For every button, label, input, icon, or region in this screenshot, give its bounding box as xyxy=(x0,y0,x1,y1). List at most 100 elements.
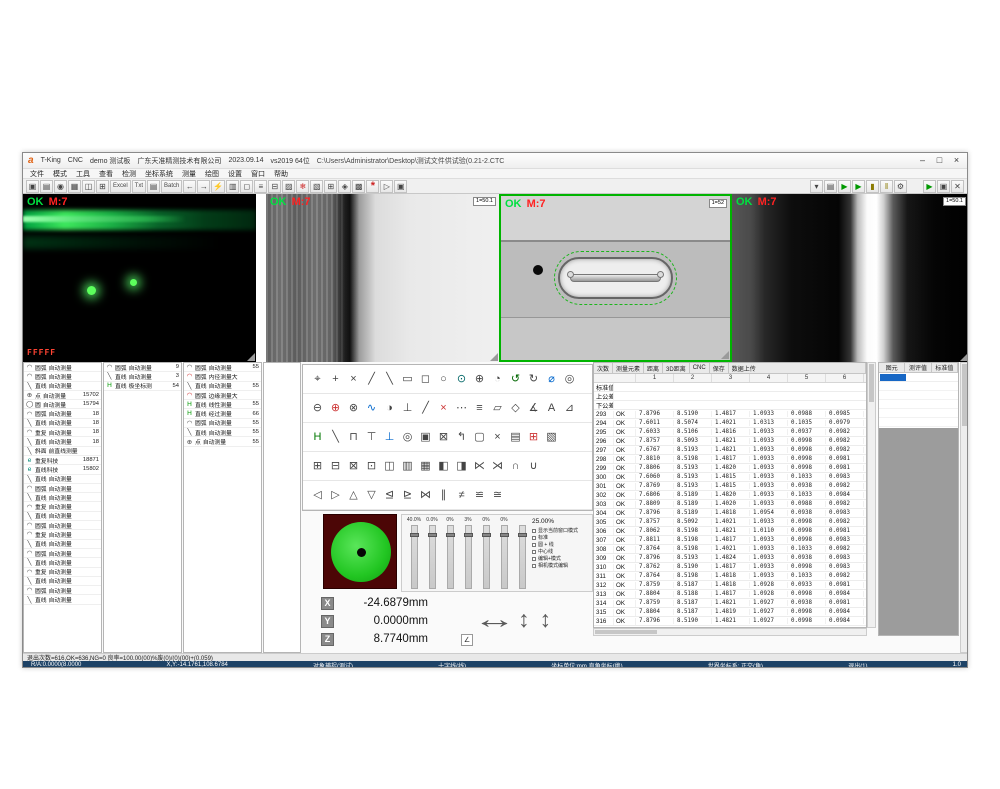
list-item[interactable]: ╲ 直线 自动测量 18 xyxy=(24,419,101,428)
light-slider[interactable]: 0% xyxy=(496,517,512,589)
list-item[interactable]: ╲ 直线 自动测量 xyxy=(24,540,101,549)
slider-thumb[interactable] xyxy=(518,533,527,537)
table-row[interactable]: 304 OK 7.8796 8.5189 1.4818 1.0954 0.093… xyxy=(594,509,866,518)
menu-item[interactable]: 设置 xyxy=(228,169,242,179)
list-item[interactable]: ◠ 重复 自动测量 xyxy=(24,502,101,511)
list-item[interactable]: ╲ 直线 自动测量 55 xyxy=(184,382,261,391)
menu-item[interactable]: 窗口 xyxy=(251,169,265,179)
toolbar-button[interactable]: * xyxy=(366,180,379,193)
table-tab[interactable]: 测量元素 xyxy=(613,363,644,373)
list-item[interactable]: ╲ 直线 自动测量 xyxy=(24,512,101,521)
table-row[interactable]: 299 OK 7.8806 8.5193 1.4820 1.0933 0.099… xyxy=(594,464,866,473)
resize-grip-icon[interactable] xyxy=(960,353,968,361)
geometry-tool-icon[interactable]: ⊥ xyxy=(383,431,396,444)
toolbar-button[interactable]: ❄ xyxy=(296,180,309,193)
list-item[interactable]: ◠ 圆弧 边缘测量大 xyxy=(184,391,261,400)
list-item[interactable]: ◠ 圆弧 自动测量 xyxy=(24,363,101,372)
geometry-tool-icon[interactable]: ◎ xyxy=(563,373,576,386)
jog-vertical-icon[interactable]: ↕ xyxy=(540,606,552,633)
geometry-tool-icon[interactable]: ⋯ xyxy=(455,402,468,415)
menu-item[interactable]: 绘图 xyxy=(205,169,219,179)
slider-track[interactable] xyxy=(447,525,454,589)
geometry-tool-icon[interactable]: ▢ xyxy=(473,431,486,444)
slider-thumb[interactable] xyxy=(428,533,437,537)
table-row[interactable]: 311 OK 7.8764 8.5198 1.4818 1.0933 0.103… xyxy=(594,572,866,581)
display-option[interactable]: 编辑+模式 xyxy=(532,555,590,562)
geometry-tool-icon[interactable]: ∪ xyxy=(527,460,540,473)
list-item[interactable]: ╲ 直线 自动测量 55 xyxy=(184,428,261,437)
geometry-tool-icon[interactable]: × xyxy=(437,402,450,415)
geometry-tool-icon[interactable]: ∡ xyxy=(527,402,540,415)
list-item[interactable]: H 直线 极坐标测 54 xyxy=(104,382,181,391)
geometry-tool-icon[interactable]: ▽ xyxy=(365,489,378,502)
geometry-tool-icon[interactable]: ▭ xyxy=(401,373,414,386)
table-vertical-scrollbar[interactable] xyxy=(867,362,876,628)
slider-track[interactable] xyxy=(501,525,508,589)
scrollbar-thumb[interactable] xyxy=(869,364,874,402)
geometry-tool-icon[interactable]: ≡ xyxy=(473,402,486,415)
table-tab[interactable]: 次数 xyxy=(594,363,613,373)
slider-thumb[interactable] xyxy=(446,533,455,537)
graphics-row[interactable] xyxy=(879,382,958,391)
list-item[interactable]: ╲ 直线 自动测量 xyxy=(24,493,101,502)
display-option[interactable]: 中心线 xyxy=(532,548,590,555)
geometry-tool-icon[interactable]: ⊗ xyxy=(347,402,360,415)
menu-item[interactable]: 查看 xyxy=(99,169,113,179)
geometry-tool-icon[interactable]: ↰ xyxy=(455,431,468,444)
table-tab[interactable]: 保存 xyxy=(710,363,729,373)
resize-grip-icon[interactable] xyxy=(721,351,729,359)
slider-thumb[interactable] xyxy=(482,533,491,537)
menu-item[interactable]: 测量 xyxy=(182,169,196,179)
table-row[interactable]: 300 OK 7.6060 8.5193 1.4815 1.0933 0.103… xyxy=(594,473,866,482)
list-item[interactable]: ◠ 圆弧 自动测量 55 xyxy=(184,419,261,428)
geometry-tool-icon[interactable]: ↻ xyxy=(527,373,540,386)
toolbar-button[interactable]: ▣ xyxy=(26,180,39,193)
geometry-tool-icon[interactable]: ≅ xyxy=(491,489,504,502)
geometry-tool-icon[interactable]: ╱ xyxy=(419,402,432,415)
geometry-tool-icon[interactable]: ∿ xyxy=(365,402,378,415)
geometry-tool-icon[interactable]: ◨ xyxy=(455,460,468,473)
geometry-tool-icon[interactable]: ⋊ xyxy=(491,460,504,473)
toolbar-button[interactable]: ≡ xyxy=(254,180,267,193)
list-item[interactable]: ◠ 圆弧 自动测量 55 xyxy=(184,363,261,372)
graphics-row[interactable] xyxy=(879,391,958,400)
geometry-tool-icon[interactable]: ◎ xyxy=(401,431,414,444)
slider-track[interactable] xyxy=(519,525,526,589)
table-row[interactable]: 297 OK 7.6767 8.5193 1.4821 1.0933 0.099… xyxy=(594,446,866,455)
table-tab[interactable]: 数据上传 xyxy=(729,363,866,373)
toolbar-button[interactable]: ⚙ xyxy=(894,180,907,193)
table-row[interactable]: 307 OK 7.8811 8.5198 1.4817 1.0933 0.099… xyxy=(594,536,866,545)
toolbar-button[interactable]: ⊟ xyxy=(268,180,281,193)
geometry-tool-icon[interactable]: ⊞ xyxy=(311,460,324,473)
geometry-tool-icon[interactable]: ⌖ xyxy=(311,373,324,386)
toolbar-button[interactable]: ▶ xyxy=(852,180,865,193)
geometry-tool-icon[interactable]: ⊕ xyxy=(473,373,486,386)
toolbar-button[interactable]: ▣ xyxy=(937,180,950,193)
graphics-row[interactable] xyxy=(879,418,958,427)
camera-view-2[interactable]: OK M:7 1=50.1 xyxy=(266,194,499,362)
list-item[interactable]: ◠ 圆弧 内径测量大 xyxy=(184,372,261,381)
toolbar-button[interactable]: ◉ xyxy=(54,180,67,193)
table-row[interactable]: 下公差 xyxy=(594,401,866,410)
geometry-tool-icon[interactable]: ◔ xyxy=(491,373,504,386)
geometry-tool-icon[interactable]: A xyxy=(545,402,558,415)
geometry-tool-icon[interactable]: ⋈ xyxy=(419,489,432,502)
table-row[interactable]: 310 OK 7.8762 8.5190 1.4817 1.0933 0.099… xyxy=(594,563,866,572)
toolbar-button[interactable]: ▦ xyxy=(68,180,81,193)
table-row[interactable]: 309 OK 7.8796 8.5193 1.4824 1.0933 0.093… xyxy=(594,554,866,563)
toolbar-button[interactable]: Batch xyxy=(161,180,182,193)
table-row[interactable]: 306 OK 7.8062 8.5198 1.4821 1.0110 0.099… xyxy=(594,527,866,536)
geometry-tool-icon[interactable]: ⊖ xyxy=(311,402,324,415)
geometry-tool-icon[interactable]: ⋉ xyxy=(473,460,486,473)
toolbar-button[interactable]: ▶ xyxy=(923,180,936,193)
geometry-tool-icon[interactable]: ≌ xyxy=(473,489,486,502)
toolbar-button[interactable]: ▤ xyxy=(147,180,160,193)
toolbar-button[interactable]: ▧ xyxy=(310,180,323,193)
geometry-tool-icon[interactable]: ⊵ xyxy=(401,489,414,502)
list-item[interactable]: ╲ 斜面 前直线测量 xyxy=(24,447,101,456)
table-row[interactable]: 316 OK 7.8796 8.5190 1.4821 1.0927 0.099… xyxy=(594,617,866,626)
camera-view-1[interactable]: OK M:7 FFFFF xyxy=(23,194,256,362)
geometry-tool-icon[interactable]: H xyxy=(311,431,324,444)
angle-button[interactable]: ∠ xyxy=(461,634,473,646)
list-item[interactable]: e 直线科技 15802 xyxy=(24,465,101,474)
